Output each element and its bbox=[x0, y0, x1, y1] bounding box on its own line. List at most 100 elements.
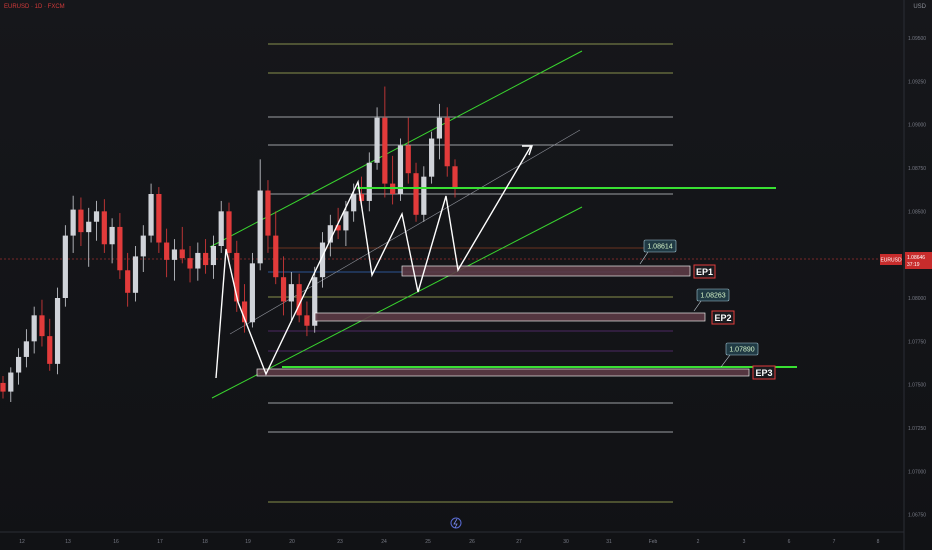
candle-body bbox=[288, 284, 294, 302]
x-tick-label: 24 bbox=[381, 539, 387, 545]
zigzag-projection bbox=[215, 145, 532, 379]
candle-body bbox=[109, 226, 115, 245]
y-tick-label: 1.07000 bbox=[908, 469, 926, 475]
candle-body bbox=[156, 194, 162, 243]
ep-label: EP3 bbox=[755, 368, 772, 378]
current-price-text: 1.08646 bbox=[907, 255, 925, 261]
candle-body bbox=[78, 209, 84, 233]
candle-body bbox=[397, 145, 404, 194]
x-tick-label: 25 bbox=[425, 539, 431, 545]
candle-body bbox=[405, 145, 411, 174]
candle-body bbox=[436, 117, 443, 139]
candle-body bbox=[125, 270, 131, 293]
x-tick-label: 18 bbox=[202, 539, 208, 545]
candle-body bbox=[0, 382, 6, 392]
candle-body bbox=[15, 356, 22, 373]
x-tick-label: 3 bbox=[743, 539, 746, 545]
x-tick-label: 8 bbox=[877, 539, 880, 545]
ep-label: EP2 bbox=[714, 313, 731, 323]
candle-body bbox=[210, 246, 217, 266]
candle-body bbox=[101, 211, 107, 245]
x-tick-label: 7 bbox=[833, 539, 836, 545]
candle-body bbox=[429, 138, 435, 177]
candle-body bbox=[444, 117, 450, 167]
candle-body bbox=[218, 211, 224, 246]
callout-leader bbox=[720, 354, 731, 368]
symbol-tag-text: EURUSD bbox=[880, 258, 902, 264]
x-tick-label: 6 bbox=[788, 539, 791, 545]
y-tick-label: 1.08500 bbox=[908, 209, 926, 215]
chart-root: 1.09500 1.09250 1.09000 1.08750 1.08500 1.082… bbox=[0, 0, 932, 550]
y-tick-label: 1.07250 bbox=[908, 426, 926, 432]
chart-canvas[interactable]: 1.09500 1.09250 1.09000 1.08750 1.08500 1.082… bbox=[0, 0, 932, 550]
ep2-zone bbox=[314, 312, 706, 322]
x-tick-label: 13 bbox=[65, 539, 71, 545]
candle-body bbox=[452, 166, 458, 188]
candle-body bbox=[47, 336, 53, 364]
x-tick-label: 2 bbox=[697, 539, 700, 545]
y-tick-label: 1.09500 bbox=[908, 36, 926, 42]
candle-body bbox=[187, 258, 193, 269]
y-tick-label: 1.07750 bbox=[908, 339, 926, 345]
ep3-zone bbox=[256, 368, 750, 377]
candle-body bbox=[8, 372, 14, 392]
candle-body bbox=[93, 211, 100, 222]
candle-body bbox=[140, 235, 146, 257]
x-tick-label: 16 bbox=[113, 539, 119, 545]
candle-body bbox=[249, 263, 255, 323]
ep1-zone bbox=[401, 265, 691, 277]
candle-body bbox=[117, 226, 123, 271]
x-tick-label: 31 bbox=[606, 539, 612, 545]
candle-body bbox=[257, 190, 263, 264]
callout-leader bbox=[639, 251, 649, 265]
y-tick-label: 1.09250 bbox=[908, 79, 926, 85]
candle-body bbox=[23, 341, 29, 357]
candle-body bbox=[374, 117, 380, 163]
candle-body bbox=[86, 221, 92, 233]
candle-body bbox=[54, 298, 61, 364]
x-tick-label: 26 bbox=[469, 539, 475, 545]
ep-label: EP1 bbox=[696, 267, 713, 277]
candle-body bbox=[164, 242, 170, 260]
x-tick-label: 12 bbox=[19, 539, 25, 545]
x-tick-label: 27 bbox=[516, 539, 522, 545]
y-tick-label: 1.07500 bbox=[908, 383, 926, 389]
symbol-title: EURUSD · 1D · FXCM bbox=[4, 4, 65, 10]
countdown-text: 37:19 bbox=[907, 262, 920, 268]
candle-body bbox=[351, 194, 357, 212]
candle-body bbox=[70, 209, 76, 236]
candle-body bbox=[39, 315, 45, 337]
candle-body bbox=[366, 162, 372, 201]
x-tick-label: Feb bbox=[649, 539, 658, 545]
candle-body bbox=[413, 173, 419, 215]
currency-button[interactable]: USD bbox=[913, 4, 926, 10]
candle-body bbox=[226, 211, 232, 253]
price-callout-text: 1.07890 bbox=[729, 347, 754, 354]
candle-body bbox=[280, 277, 287, 302]
y-tick-label: 1.06750 bbox=[908, 513, 926, 519]
y-tick-label: 1.08750 bbox=[908, 166, 926, 172]
candle-body bbox=[195, 252, 201, 269]
candle-body bbox=[132, 256, 139, 293]
candle-body bbox=[343, 211, 349, 231]
candle-body bbox=[304, 315, 310, 326]
candle-body bbox=[148, 194, 154, 236]
y-tick-label: 1.09000 bbox=[908, 123, 926, 129]
candle-body bbox=[31, 315, 37, 342]
candle-body bbox=[421, 176, 427, 215]
candle-body bbox=[203, 252, 209, 266]
y-tick-label: 1.08000 bbox=[908, 296, 926, 302]
price-callout-text: 1.08614 bbox=[647, 244, 672, 251]
x-tick-label: 23 bbox=[337, 539, 343, 545]
x-tick-label: 19 bbox=[245, 539, 251, 545]
x-tick-label: 30 bbox=[563, 539, 569, 545]
candle-body bbox=[171, 249, 178, 260]
x-tick-label: 17 bbox=[157, 539, 163, 545]
candle-body bbox=[62, 235, 68, 298]
price-callout-text: 1.08263 bbox=[700, 293, 725, 300]
candle-body bbox=[273, 235, 279, 278]
candle-body bbox=[382, 117, 388, 184]
x-tick-label: 20 bbox=[289, 539, 295, 545]
candle-body bbox=[179, 249, 185, 259]
candle-body bbox=[265, 190, 271, 236]
